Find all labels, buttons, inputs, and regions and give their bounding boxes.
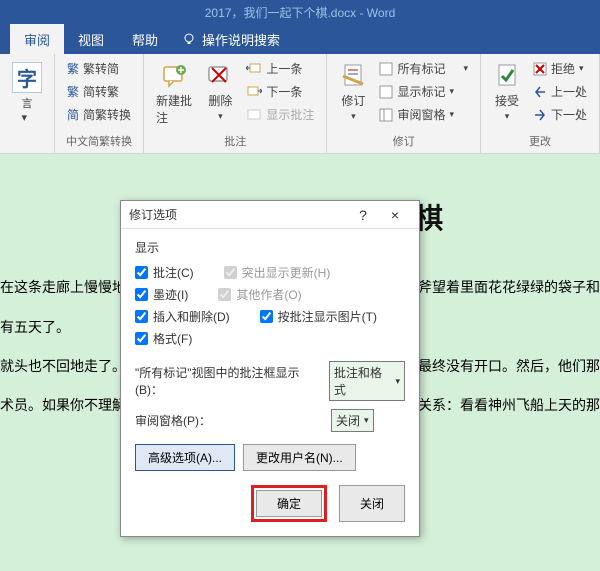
pane-label: 审阅窗格(P)：	[135, 412, 323, 429]
group-label: 批注	[150, 131, 320, 149]
previous-change-button[interactable]: 上一处	[529, 81, 591, 102]
next-comment-button[interactable]: 下一条	[242, 81, 318, 102]
checkbox-comments[interactable]: 批注(C)	[135, 264, 194, 281]
checkbox-ink[interactable]: 墨迹(I)	[135, 286, 188, 303]
pane-dropdown[interactable]: 关闭▾	[331, 409, 374, 432]
group-label: 更改	[487, 131, 593, 149]
traditional-to-simplified-button[interactable]: 繁繁转简	[63, 58, 135, 79]
checkbox-other-authors: 其他作者(O)	[218, 286, 301, 303]
pane-icon	[379, 108, 393, 122]
new-comment-icon	[161, 62, 189, 90]
reject-icon	[533, 62, 547, 76]
markup-icon	[379, 62, 393, 76]
checkbox-insertions-deletions[interactable]: 插入和删除(D)	[135, 308, 230, 325]
char-icon: 字	[12, 62, 42, 93]
balloon-label: "所有标记"视图中的批注框显示(B)：	[135, 364, 321, 398]
group-chinese-conversion: 繁繁转简 繁简转繁 简简繁转换 中文简繁转换	[55, 54, 144, 153]
checkbox-highlight-updates: 突出显示更新(H)	[224, 264, 331, 281]
group-label: 修订	[333, 131, 474, 149]
checkbox-formatting[interactable]: 格式(F)	[135, 330, 192, 347]
balloon-dropdown[interactable]: 批注和格式▾	[329, 361, 405, 401]
change-username-button[interactable]: 更改用户名(N)...	[243, 444, 356, 471]
previous-comment-button[interactable]: 上一条	[242, 58, 318, 79]
reject-button[interactable]: 拒绝▾	[529, 58, 591, 79]
show-comments-button[interactable]: 显示批注	[242, 104, 318, 125]
dialog-close-button[interactable]: ×	[379, 201, 411, 229]
show-markup-button[interactable]: 显示标记▾	[375, 81, 472, 102]
delete-comment-button[interactable]: 删除 ▾	[200, 58, 240, 126]
title-bar: 2017，我们一起下个棋.docx - Word	[0, 0, 600, 24]
accept-icon	[493, 62, 521, 90]
track-changes-options-dialog: 修订选项 ? × 显示 批注(C) 突出显示更新(H) 墨迹(I) 其他作者(O…	[120, 200, 420, 537]
new-comment-button[interactable]: 新建批注	[150, 58, 200, 130]
dialog-title: 修订选项	[129, 206, 177, 223]
prev-change-icon	[533, 85, 547, 99]
show-markup-icon	[379, 85, 393, 99]
next-change-icon	[533, 108, 547, 122]
advanced-options-button[interactable]: 高级选项(A)...	[135, 444, 235, 471]
prev-comment-icon	[246, 62, 262, 76]
next-comment-icon	[246, 85, 262, 99]
reviewing-pane-button[interactable]: 审阅窗格▾	[375, 104, 472, 125]
chinese-convert-button[interactable]: 简简繁转换	[63, 104, 135, 125]
group-language-char: 字 言▾	[0, 54, 55, 153]
group-tracking: 修订 ▾ 所有标记 ▾ 显示标记▾ 审阅窗格▾ 修订	[327, 54, 481, 153]
group-changes: 接受 ▾ 拒绝▾ 上一处 下一处 更改	[481, 54, 600, 153]
ribbon: 字 言▾ 繁繁转简 繁简转繁 简简繁转换 中文简繁转换 新建批注 删除 ▾	[0, 54, 600, 154]
tab-review[interactable]: 审阅	[10, 24, 64, 54]
section-display-label: 显示	[135, 239, 405, 256]
tell-me-search[interactable]: 操作说明搜索	[182, 30, 280, 49]
checkbox-pictures-by-comments[interactable]: 按批注显示图片(T)	[260, 308, 377, 325]
chevron-down-icon: ▾	[395, 376, 400, 387]
lightbulb-icon	[182, 32, 196, 46]
accept-button[interactable]: 接受 ▾	[487, 58, 527, 126]
group-label: 中文简繁转换	[61, 131, 137, 149]
display-for-review-dropdown[interactable]: 所有标记 ▾	[375, 58, 472, 79]
simplified-to-traditional-button[interactable]: 繁简转繁	[63, 81, 135, 102]
char-sample-button[interactable]: 字 言▾	[6, 58, 48, 128]
cancel-button[interactable]: 关闭	[339, 485, 405, 522]
chevron-down-icon: ▾	[364, 415, 369, 426]
next-change-button[interactable]: 下一处	[529, 104, 591, 125]
delete-comment-icon	[206, 62, 234, 90]
dialog-titlebar: 修订选项 ? ×	[121, 201, 419, 229]
group-comments: 新建批注 删除 ▾ 上一条 下一条 显示批注	[144, 54, 327, 153]
show-comments-icon	[246, 108, 262, 122]
ribbon-tabs: 审阅 视图 帮助 操作说明搜索	[0, 24, 600, 54]
ok-highlight-box: 确定	[251, 485, 327, 522]
dialog-help-button[interactable]: ?	[347, 201, 379, 229]
track-changes-button[interactable]: 修订 ▾	[333, 58, 373, 126]
document-title: 2017，我们一起下个棋.docx - Word	[205, 4, 396, 21]
track-changes-icon	[339, 62, 367, 90]
tab-view[interactable]: 视图	[64, 24, 118, 54]
tab-help[interactable]: 帮助	[118, 24, 172, 54]
ok-button[interactable]: 确定	[256, 490, 322, 517]
